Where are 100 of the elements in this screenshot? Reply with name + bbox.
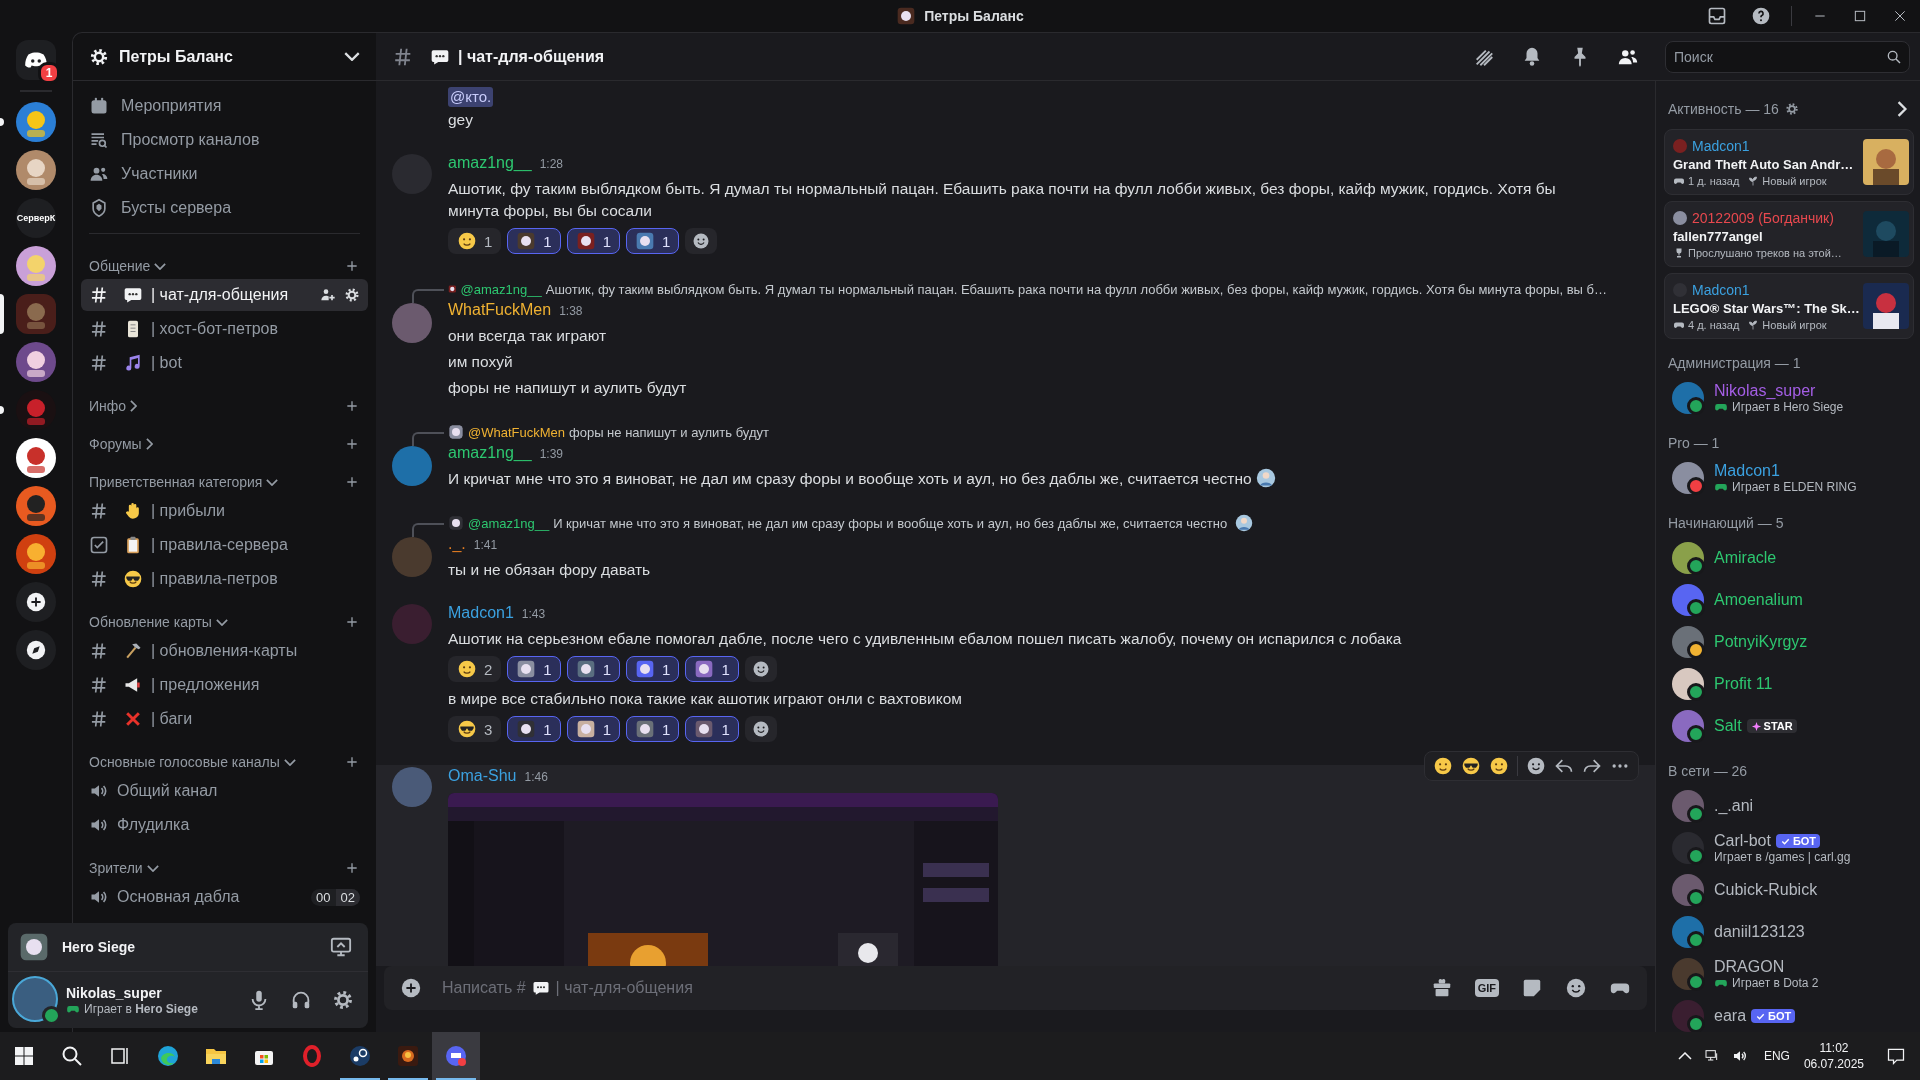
add-person-icon[interactable] — [320, 287, 336, 303]
inbox-icon[interactable] — [1707, 6, 1727, 26]
settings-icon[interactable] — [1784, 102, 1799, 116]
channel-item[interactable]: Основная дабла 00 02 — [81, 881, 368, 913]
reaction[interactable]: 1 — [507, 656, 561, 682]
search-field[interactable]: Поиск — [1665, 40, 1910, 73]
chevron-down-icon[interactable] — [146, 864, 159, 872]
reply-text[interactable]: Ашотик, фу таким выблядком быть. Я думал ты нормальный пацан. Ебашить рака почти на фулл лобби живых, без форы, кайф мужик, гордись. Хотя бы минута форы, вы б… — [545, 281, 1607, 297]
chevron-down-icon[interactable] — [215, 618, 228, 626]
clock[interactable]: 11:02 06.07.2025 — [1803, 1040, 1864, 1072]
add-reaction-button[interactable] — [685, 228, 718, 254]
chevron-down-icon[interactable] — [283, 758, 296, 766]
sticker-icon[interactable] — [1521, 977, 1543, 999]
server-button[interactable]: СерверК — [16, 198, 56, 238]
channel-item[interactable]: | чат-для-общения — [81, 279, 368, 311]
category-header[interactable]: Форумы — [89, 436, 142, 452]
notification-icon[interactable] — [1886, 1046, 1906, 1066]
smiley-icon[interactable] — [1565, 977, 1587, 999]
gif-button[interactable]: GIF — [1474, 979, 1499, 997]
member-item[interactable]: Carl-bot БОТ Играет в /games | carl.gg — [1664, 827, 1914, 869]
discover-button[interactable] — [16, 630, 56, 670]
server-icon[interactable] — [16, 438, 56, 478]
chevron-right-icon[interactable] — [145, 438, 153, 450]
help-icon[interactable] — [1751, 6, 1771, 26]
nav-item[interactable]: Бусты сервера — [81, 191, 368, 225]
category-header[interactable]: Инфо — [89, 398, 127, 414]
taskbar-app[interactable] — [432, 1032, 480, 1080]
reaction[interactable]: 1 — [507, 228, 561, 254]
nav-item[interactable]: Участники — [81, 157, 368, 191]
screen-share-icon[interactable] — [330, 936, 352, 958]
author-name[interactable]: WhatFuckMen — [448, 301, 552, 319]
settings-icon[interactable] — [344, 287, 360, 303]
category-header[interactable]: Обновление карты — [89, 614, 212, 630]
author-name[interactable]: amaz1ng__ — [448, 154, 532, 172]
server-header[interactable]: Петры Баланс — [73, 33, 376, 81]
plus-icon[interactable] — [344, 754, 360, 770]
server-icon[interactable] — [16, 342, 56, 382]
plus-icon[interactable] — [344, 258, 360, 274]
nav-item[interactable]: Просмотр каналов — [81, 123, 368, 157]
avatar[interactable] — [392, 446, 432, 486]
channel-item[interactable]: | правила-сервера — [81, 529, 368, 561]
maximize-icon[interactable] — [1852, 8, 1868, 24]
server-icon[interactable] — [16, 246, 56, 286]
channel-item[interactable]: Общий канал — [81, 775, 368, 807]
category-header[interactable]: Приветственная категория — [89, 474, 263, 490]
author-name[interactable]: Oma-Shu — [448, 767, 517, 785]
chevron-up-icon[interactable] — [1677, 1052, 1692, 1060]
channel-item[interactable]: | предложения — [81, 669, 368, 701]
channel-item[interactable]: | хост-бот-петров — [81, 313, 368, 345]
server-icon[interactable] — [16, 102, 56, 142]
member-item[interactable]: Amoenalium — [1664, 579, 1914, 621]
plus-circle-icon[interactable] — [400, 977, 422, 999]
reaction[interactable]: 1 — [685, 716, 739, 742]
channel-item[interactable]: | прибыли — [81, 495, 368, 527]
member-item[interactable]: Nikolas_super Играет в Hero Siege — [1664, 377, 1914, 419]
plus-icon[interactable] — [344, 398, 360, 414]
reaction[interactable]: 1 — [626, 716, 680, 742]
member-item[interactable]: Amiracle — [1664, 537, 1914, 579]
reply-author[interactable]: @amaz1ng__ — [460, 281, 542, 297]
category-header[interactable]: Общение — [89, 258, 151, 274]
member-item[interactable]: Madcon1 Играет в ELDEN RING — [1664, 457, 1914, 499]
member-item[interactable]: Salt STAR — [1664, 705, 1914, 747]
member-item[interactable]: Profit 11 — [1664, 663, 1914, 705]
plus-icon[interactable] — [344, 614, 360, 630]
activity-card[interactable]: Madcon1 LEGO® Star Wars™: The Sk… 4 д. назад Новый игрок — [1664, 273, 1914, 339]
headphones-icon[interactable] — [290, 989, 312, 1011]
plus-icon[interactable] — [344, 436, 360, 452]
add-server-button[interactable] — [16, 582, 56, 622]
add-reaction-button[interactable] — [744, 716, 777, 742]
chevron-down-icon[interactable] — [154, 262, 167, 270]
reply-text[interactable]: форы не напишут и аулить будут — [569, 424, 769, 440]
nav-item[interactable]: Мероприятия — [81, 89, 368, 123]
channel-item[interactable]: | bot — [81, 347, 368, 379]
plus-icon[interactable] — [344, 860, 360, 876]
chevron-right-icon[interactable] — [130, 400, 138, 412]
reaction[interactable]: 1 — [626, 656, 680, 682]
add-reaction-button[interactable] — [744, 656, 777, 682]
avatar[interactable] — [392, 303, 432, 343]
activity-card[interactable]: Madcon1 Grand Theft Auto San Andr… 1 д. назад Новый игрок — [1664, 129, 1914, 195]
reaction[interactable]: 3 — [448, 716, 502, 742]
category-header[interactable]: Основные голосовые каналы — [89, 754, 280, 770]
author-name[interactable]: ._. — [448, 535, 466, 553]
channel-item[interactable]: | правила-петров — [81, 563, 368, 595]
close-icon[interactable] — [1892, 8, 1908, 24]
add-reaction-icon[interactable] — [1526, 756, 1546, 776]
language-indicator[interactable]: ENG — [1763, 1049, 1790, 1063]
reaction[interactable]: 2 — [448, 656, 502, 682]
channel-item[interactable]: | баги — [81, 703, 368, 735]
category-header[interactable]: Зрители — [89, 860, 143, 876]
reaction[interactable]: 1 — [566, 228, 621, 254]
reaction[interactable]: 1 — [507, 716, 561, 742]
member-item[interactable]: ._.ani — [1664, 785, 1914, 827]
member-item[interactable]: Cubick-Rubick — [1664, 869, 1914, 911]
message-field[interactable]: Написать # | чат-для-общения GIF — [384, 966, 1647, 1010]
author-name[interactable]: amaz1ng__ — [448, 444, 532, 462]
reaction[interactable]: 1 — [566, 716, 621, 742]
reply-author[interactable]: @amaz1ng__ — [468, 515, 550, 531]
reply-text[interactable]: И кричат мне что это я виноват, не дал им сразу форы и вообще хоть и аул, но без даблы же, считается честно — [553, 515, 1228, 531]
server-icon[interactable] — [16, 534, 56, 574]
reply-author[interactable]: @WhatFuckMen — [468, 424, 565, 440]
